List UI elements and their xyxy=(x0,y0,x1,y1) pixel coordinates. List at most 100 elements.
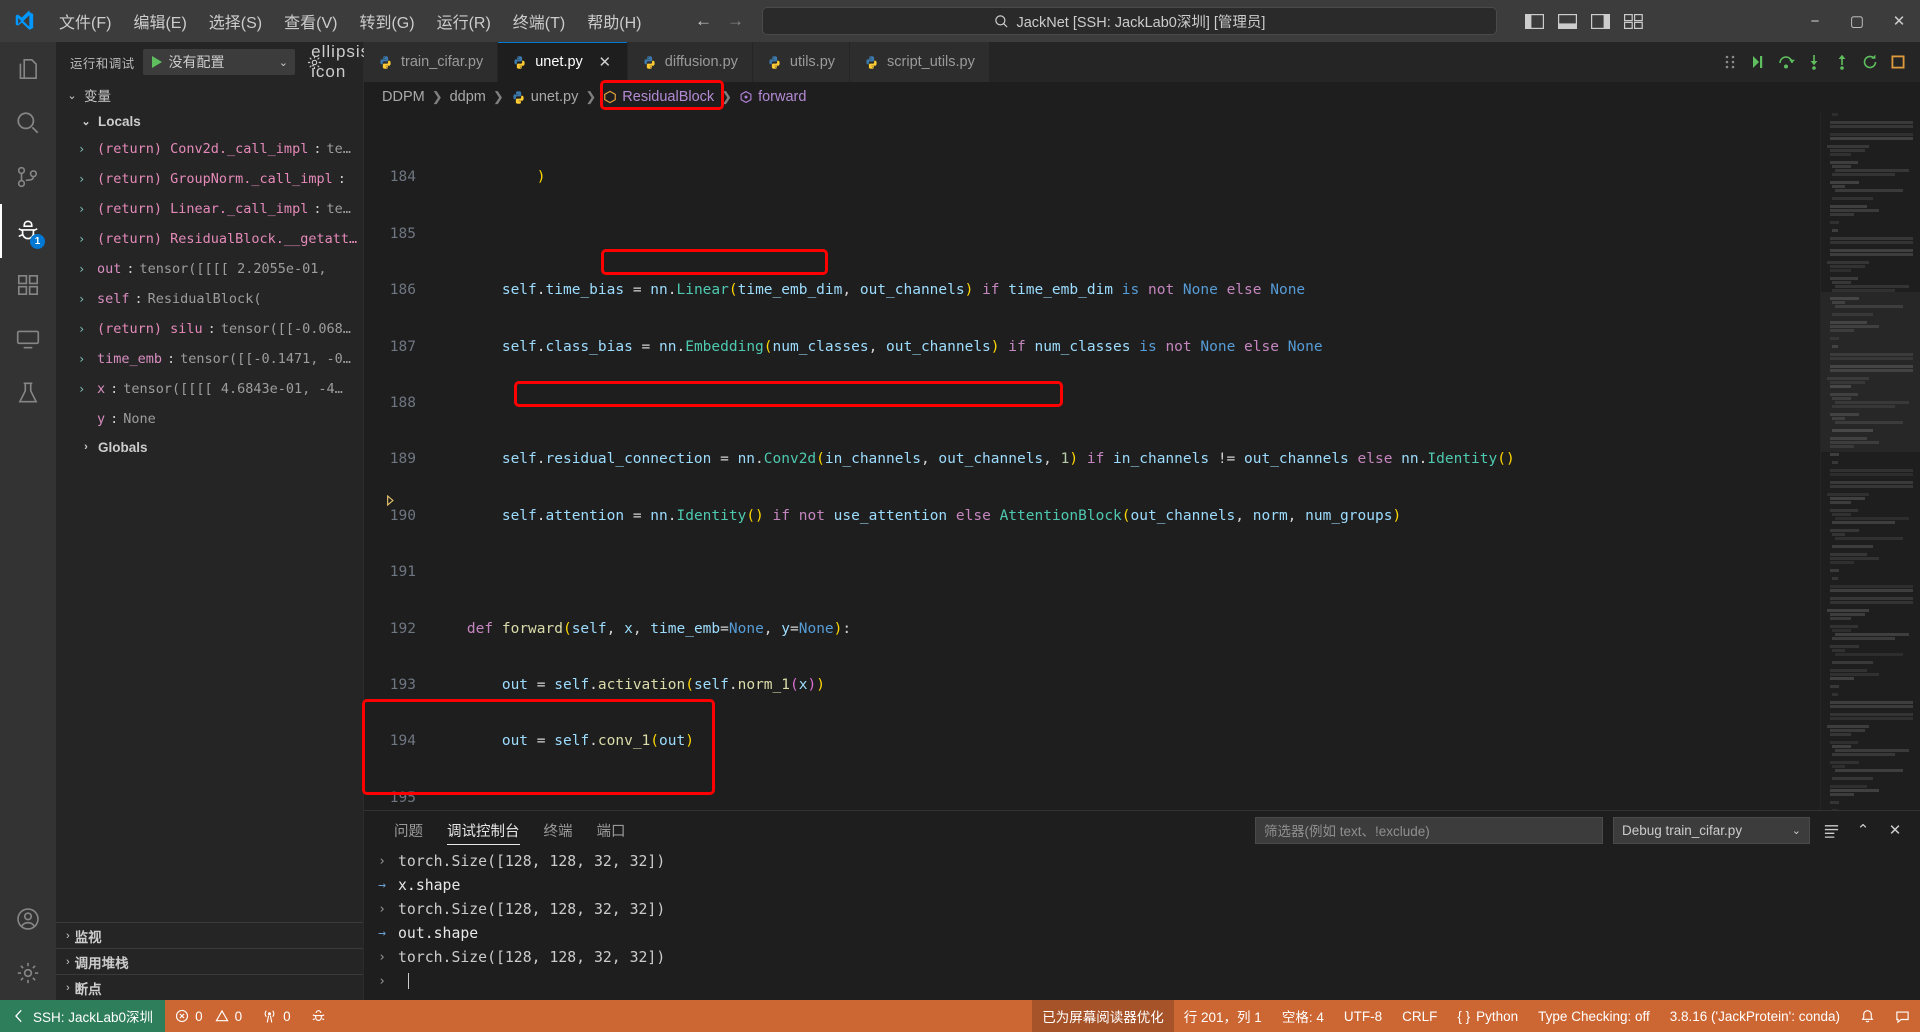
panel-tab-terminal[interactable]: 终端 xyxy=(532,811,585,849)
activity-accounts[interactable] xyxy=(0,892,56,946)
tab-unet[interactable]: unet.py ✕ xyxy=(498,42,628,82)
maximize-button[interactable]: ▢ xyxy=(1836,0,1878,42)
panel-tab-debug-console[interactable]: 调试控制台 xyxy=(435,811,532,849)
debug-session-select[interactable]: Debug train_cifar.py ⌄ xyxy=(1613,816,1810,844)
activity-search[interactable] xyxy=(0,96,56,150)
breadcrumb-unet-file[interactable]: unet.py xyxy=(511,89,578,105)
status-indentation[interactable]: 空格: 4 xyxy=(1272,1000,1334,1032)
minimap-slider[interactable] xyxy=(1821,292,1920,452)
minimap[interactable] xyxy=(1820,112,1920,810)
menu-run[interactable]: 运行(R) xyxy=(426,4,502,38)
menu-edit[interactable]: 编辑(E) xyxy=(122,4,197,38)
activity-testing[interactable] xyxy=(0,366,56,420)
menu-selection[interactable]: 选择(S) xyxy=(198,4,273,38)
panel-tab-ports[interactable]: 端口 xyxy=(585,811,638,849)
command-center[interactable]: JackNet [SSH: JackLab0深圳] [管理员] xyxy=(762,7,1498,35)
variable-row[interactable]: › (return) ResidualBlock.__getatt… xyxy=(56,224,363,254)
step-out-icon[interactable] xyxy=(1830,49,1854,75)
chevron-right-icon[interactable]: › xyxy=(78,322,92,336)
code-editor[interactable]: 184 ) 185 186 self.time_bias = nn.Linear… xyxy=(364,112,1920,810)
step-over-icon[interactable] xyxy=(1774,49,1798,75)
debug-launch-config-picker[interactable]: 没有配置 ⌄ xyxy=(142,49,295,75)
chevron-right-icon[interactable]: › xyxy=(78,172,92,186)
chevron-down-icon[interactable]: ⌄ xyxy=(279,56,288,69)
status-feedback[interactable] xyxy=(1885,1000,1920,1032)
chevron-right-icon[interactable]: › xyxy=(78,382,92,396)
back-arrow-icon[interactable]: ← xyxy=(688,8,718,34)
status-encoding[interactable]: UTF-8 xyxy=(1334,1000,1392,1032)
chevron-right-icon[interactable]: › xyxy=(78,262,92,276)
watch-section-header[interactable]: › 监视 xyxy=(56,922,363,948)
tab-script_utils[interactable]: script_utils.py xyxy=(850,42,990,82)
chevron-right-icon[interactable]: › xyxy=(78,142,92,156)
forward-arrow-icon[interactable]: → xyxy=(720,8,750,34)
chevron-right-icon[interactable]: › xyxy=(78,202,92,216)
customize-layout-icon[interactable] xyxy=(1618,8,1648,34)
console-repl-input[interactable]: › xyxy=(374,969,1920,993)
variable-row[interactable]: › (return) Conv2d._call_impl: te… xyxy=(56,134,363,164)
breadcrumb-ddpm-folder[interactable]: ddpm xyxy=(450,89,486,105)
breadcrumb-ddpm[interactable]: DDPM xyxy=(382,89,425,105)
status-remote-host[interactable]: SSH: JackLab0深圳 xyxy=(0,1000,166,1032)
variable-row[interactable]: y: None xyxy=(56,404,363,434)
grip-icon[interactable] xyxy=(1718,49,1742,75)
chevron-right-icon[interactable]: › xyxy=(78,232,92,246)
variable-row[interactable]: › (return) silu: tensor([[-0.068… xyxy=(56,314,363,344)
clear-console-icon[interactable] xyxy=(1820,819,1842,841)
step-into-icon[interactable] xyxy=(1802,49,1826,75)
status-ports[interactable]: 0 xyxy=(252,1000,301,1032)
debug-console-output[interactable]: › torch.Size([128, 128, 32, 32]) → x.sha… xyxy=(364,849,1920,1000)
maximize-panel-icon[interactable]: ⌃ xyxy=(1852,819,1874,841)
status-type-checking[interactable]: Type Checking: off xyxy=(1528,1000,1660,1032)
panel-tab-problems[interactable]: 问题 xyxy=(382,811,435,849)
restart-icon[interactable] xyxy=(1858,49,1882,75)
menu-help[interactable]: 帮助(H) xyxy=(576,4,652,38)
tab-utils[interactable]: utils.py xyxy=(752,42,851,82)
globals-scope-header[interactable]: › Globals xyxy=(56,434,363,460)
variable-row[interactable]: › x: tensor([[[[ 4.6843e-01, -4… xyxy=(56,374,363,404)
console-filter-input[interactable]: 筛选器(例如 text、!exclude) xyxy=(1255,816,1603,844)
tab-train_cifar[interactable]: train_cifar.py xyxy=(364,42,499,82)
status-language-mode[interactable]: { } Python xyxy=(1447,1000,1528,1032)
status-python-interpreter[interactable]: 3.8.16 ('JackProtein': conda) xyxy=(1660,1000,1850,1032)
breadcrumb-residualblock[interactable]: ResidualBlock xyxy=(603,89,714,105)
continue-icon[interactable] xyxy=(1746,49,1770,75)
variable-row[interactable]: › (return) Linear._call_impl: te… xyxy=(56,194,363,224)
chevron-right-icon[interactable]: › xyxy=(78,292,92,306)
menu-go[interactable]: 转到(G) xyxy=(348,4,425,38)
breakpoints-section-header[interactable]: › 断点 xyxy=(56,974,363,1000)
variable-row[interactable]: › self: ResidualBlock( xyxy=(56,284,363,314)
breadcrumb-forward[interactable]: forward xyxy=(739,89,806,105)
menu-view[interactable]: 查看(V) xyxy=(273,4,348,38)
activity-source-control[interactable] xyxy=(0,150,56,204)
code-viewport[interactable]: 184 ) 185 186 self.time_bias = nn.Linear… xyxy=(364,112,1820,810)
activity-run-and-debug[interactable]: 1 xyxy=(0,204,56,258)
close-button[interactable]: ✕ xyxy=(1878,0,1920,42)
status-problems[interactable]: 0 0 xyxy=(165,1000,252,1032)
minimize-button[interactable]: − xyxy=(1794,0,1836,42)
status-cursor-position[interactable]: 行 201，列 1 xyxy=(1174,1000,1272,1032)
variable-row[interactable]: › (return) GroupNorm._call_impl: xyxy=(56,164,363,194)
menu-file[interactable]: 文件(F) xyxy=(48,4,122,38)
activity-explorer[interactable] xyxy=(0,42,56,96)
call-stack-section-header[interactable]: › 调用堆栈 xyxy=(56,948,363,974)
toggle-secondary-sidebar-icon[interactable] xyxy=(1585,8,1615,34)
menu-terminal[interactable]: 终端(T) xyxy=(502,4,576,38)
stop-icon[interactable] xyxy=(1886,49,1910,75)
status-screen-reader[interactable]: 已为屏幕阅读器优化 xyxy=(1032,1000,1174,1032)
variable-row[interactable]: › out: tensor([[[[ 2.2055e-01, xyxy=(56,254,363,284)
toggle-primary-sidebar-icon[interactable] xyxy=(1519,8,1549,34)
variables-section-header[interactable]: ⌄ 变量 xyxy=(56,82,363,108)
toggle-panel-icon[interactable] xyxy=(1552,8,1582,34)
locals-scope-header[interactable]: ⌄ Locals xyxy=(56,108,363,134)
activity-remote-explorer[interactable] xyxy=(0,312,56,366)
status-debug-alt[interactable] xyxy=(301,1000,336,1032)
status-notifications[interactable] xyxy=(1850,1000,1885,1032)
variable-row[interactable]: › time_emb: tensor([[-0.1471, -0… xyxy=(56,344,363,374)
chevron-right-icon[interactable]: › xyxy=(78,352,92,366)
tab-diffusion[interactable]: diffusion.py xyxy=(627,42,753,82)
activity-extensions[interactable] xyxy=(0,258,56,312)
close-icon[interactable]: ✕ xyxy=(597,53,613,71)
start-debugging-icon[interactable] xyxy=(151,56,162,68)
more-actions-icon[interactable]: ellipsis-icon xyxy=(311,42,376,81)
